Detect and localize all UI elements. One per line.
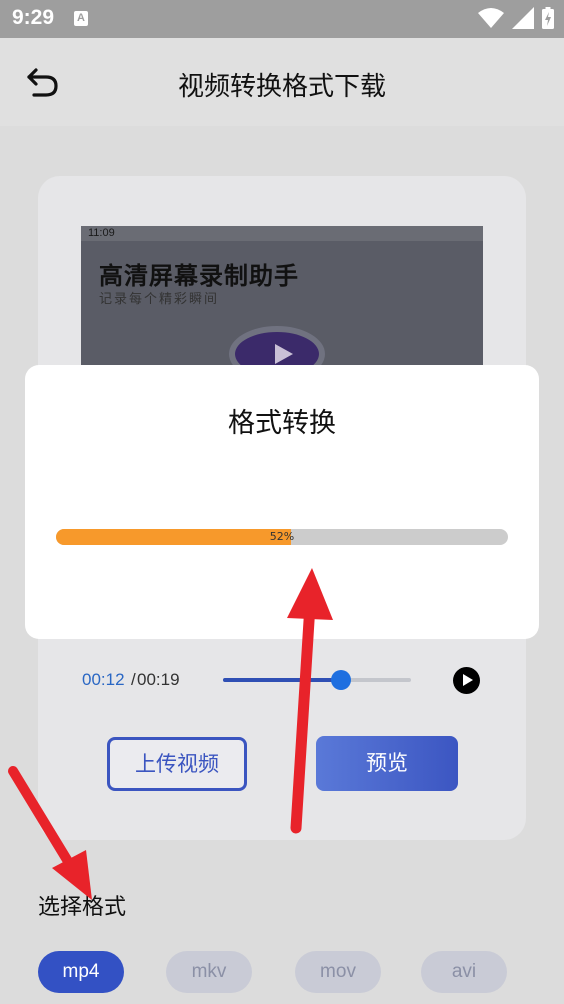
dialog-title: 格式转换 — [228, 408, 336, 439]
current-time: 00:12 — [82, 670, 125, 689]
format-option-mov[interactable]: mov — [295, 951, 381, 993]
upload-video-button[interactable]: 上传视频 — [107, 737, 247, 791]
video-preview-subtitle: 记录每个精彩瞬间 — [99, 292, 220, 307]
total-time: 00:19 — [137, 670, 180, 689]
battery-icon — [542, 7, 554, 29]
video-preview-title: 高清屏幕录制助手 — [99, 262, 299, 290]
conversion-progress-bar: 52% — [56, 529, 508, 545]
format-option-avi[interactable]: avi — [421, 951, 507, 993]
format-option-mp4[interactable]: mp4 — [38, 951, 124, 993]
wifi-icon — [478, 8, 504, 28]
conversion-dialog: 格式转换 52% — [25, 365, 539, 639]
status-icons — [478, 7, 554, 29]
play-icon[interactable] — [453, 667, 480, 694]
format-section-label: 选择格式 — [38, 895, 127, 920]
status-bar: 9:29 A — [0, 0, 564, 38]
progress-percent-label: 52% — [269, 530, 295, 543]
preview-button[interactable]: 预览 — [316, 736, 458, 791]
notification-icon: A — [74, 11, 88, 26]
page-title: 视频转换格式下载 — [177, 72, 386, 102]
time-separator: / — [131, 670, 136, 689]
status-time: 9:29 — [12, 6, 55, 29]
format-option-mkv[interactable]: mkv — [166, 951, 252, 993]
app-bar: 视频转换格式下载 — [0, 38, 564, 126]
video-preview-status-bar: 11:09 — [81, 226, 483, 241]
seek-bar-fill — [223, 678, 342, 682]
signal-icon — [512, 7, 534, 29]
seek-bar[interactable] — [223, 670, 411, 690]
